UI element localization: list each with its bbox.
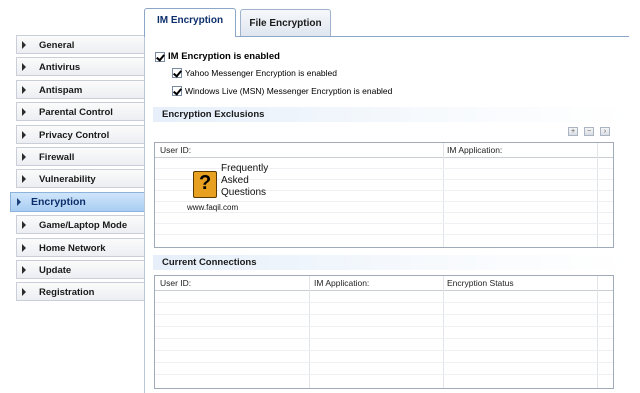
connections-table[interactable]: User ID: IM Application: Encryption Stat… [154,275,614,389]
column-header: User ID: [160,145,192,155]
sidebar-item-label: Update [39,264,72,276]
edit-icon[interactable]: › [600,127,610,136]
sidebar-item-label: Home Network [39,242,106,254]
msn-encryption-checkbox[interactable] [172,86,182,96]
triangle-right-icon [22,41,26,49]
sidebar-item-parental-control[interactable]: Parental Control [16,102,144,122]
sidebar-item-registration[interactable]: Registration [16,282,144,302]
sidebar-item-label: Vulnerability [39,174,96,186]
sidebar-item-label: Game/Laptop Mode [39,220,128,232]
msn-encryption-label: Windows Live (MSN) Messenger Encryption … [185,86,393,96]
triangle-right-icon [17,197,21,206]
sidebar-item-privacy-control[interactable]: Privacy Control [16,124,144,144]
content-panel: IM Encryption is enabled Yahoo Messenger… [144,36,629,393]
triangle-right-icon [22,288,26,297]
column-header: IM Application: [314,278,370,288]
triangle-right-icon [22,63,26,72]
sidebar-item-label: Encryption [31,195,86,208]
exclusions-table[interactable]: User ID: IM Application: ? Frequently As… [154,142,614,248]
im-encryption-checkbox[interactable] [155,52,165,62]
sidebar-item-label: General [39,40,75,51]
column-header: Encryption Status [447,278,514,288]
sidebar-item-label: Parental Control [39,107,113,119]
section-title: Current Connections [162,257,257,268]
tab-file-encryption[interactable]: File Encryption [240,9,331,36]
sidebar-item-label: Antispam [39,84,83,96]
tab-im-encryption[interactable]: IM Encryption [144,8,236,37]
sidebar-item-label: Registration [39,287,95,299]
triangle-right-icon [22,152,26,161]
sidebar-item-antivirus[interactable]: Antivirus [16,57,144,77]
im-encryption-label: IM Encryption is enabled [168,51,280,62]
sidebar-item-firewall[interactable]: Firewall [16,146,144,166]
sidebar-item-game-laptop-mode[interactable]: Game/Laptop Mode [16,215,144,235]
remove-icon[interactable]: − [584,127,594,136]
triangle-right-icon [22,175,26,184]
column-header: User ID: [160,278,192,288]
table-header: User ID: IM Application: [155,143,613,158]
triangle-right-icon [22,221,26,230]
sidebar-item-general[interactable]: General [16,35,144,54]
triangle-right-icon [22,85,26,94]
sidebar-item-update[interactable]: Update [16,259,144,279]
sidebar-item-vulnerability[interactable]: Vulnerability [16,169,144,189]
sidebar: General Antivirus Antispam Parental Cont… [10,35,144,305]
triangle-right-icon [22,108,26,117]
question-mark-icon: ? [193,171,217,198]
triangle-right-icon [22,130,26,139]
logo-words: Frequently Asked Questions [221,163,269,198]
faq-watermark-logo: ? Frequently Asked Questions www.faqil.c… [187,161,282,216]
sidebar-item-label: Firewall [39,151,75,163]
logo-url: www.faqil.com [187,203,239,212]
connections-section-header: Current Connections [153,255,629,270]
sidebar-item-label: Antivirus [39,62,81,74]
yahoo-encryption-label: Yahoo Messenger Encryption is enabled [185,68,337,78]
sidebar-item-encryption[interactable]: Encryption [10,191,144,212]
triangle-right-icon [22,265,26,274]
sidebar-item-antispam[interactable]: Antispam [16,79,144,99]
sidebar-item-label: Privacy Control [39,129,110,141]
column-header: IM Application: [447,145,503,155]
table-header: User ID: IM Application: Encryption Stat… [155,276,613,291]
section-title: Encryption Exclusions [162,109,265,120]
triangle-right-icon [22,243,26,252]
add-icon[interactable]: + [568,127,578,136]
exclusions-section-header: Encryption Exclusions [153,107,629,122]
sidebar-item-home-network[interactable]: Home Network [16,237,144,257]
yahoo-encryption-checkbox[interactable] [172,68,182,78]
